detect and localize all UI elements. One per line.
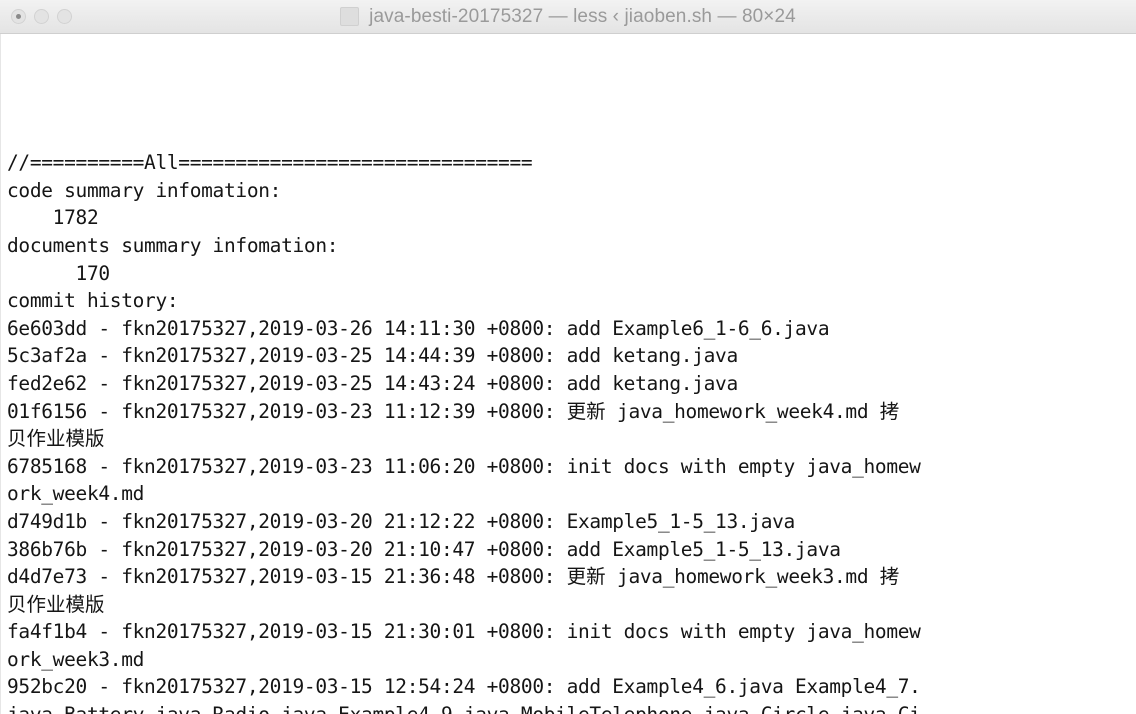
window-titlebar[interactable]: java-besti-20175327 — less ‹ jiaoben.sh …	[0, 0, 1136, 34]
cjk-text: 更新	[566, 565, 606, 589]
terminal-line: commit history:	[7, 289, 179, 313]
cjk-text: 贝作业模版	[7, 592, 105, 616]
terminal-line: //==========All=========================…	[7, 151, 533, 175]
terminal-line: documents summary infomation:	[7, 233, 339, 257]
terminal-line: fa4f1b4 - fkn20175327,2019-03-15 21:30:0…	[7, 620, 921, 644]
cjk-text: 贝作业模版	[7, 427, 105, 451]
terminal-screen: //==========All=========================…	[7, 94, 1131, 714]
terminal-line: java Battery.java Radio.java Example4_9.…	[7, 701, 1131, 714]
terminal-line: 贝作业模版	[7, 591, 1131, 619]
window-title-group: java-besti-20175327 — less ‹ jiaoben.sh …	[340, 6, 796, 28]
minimize-button[interactable]	[34, 9, 49, 24]
terminal-line: 386b76b - fkn20175327,2019-03-20 21:10:4…	[7, 537, 841, 561]
close-button[interactable]	[11, 9, 26, 24]
terminal-line: 1782	[7, 206, 99, 230]
terminal-line: ork_week3.md	[7, 647, 145, 671]
window-controls	[11, 9, 72, 24]
terminal-line: 170	[7, 261, 111, 285]
terminal-line: d4d7e73 - fkn20175327,2019-03-15 21:36:4…	[7, 565, 900, 589]
terminal-line: 5c3af2a - fkn20175327,2019-03-25 14:44:3…	[7, 344, 738, 368]
terminal-line: 6785168 - fkn20175327,2019-03-23 11:06:2…	[7, 454, 921, 478]
terminal-line: 01f6156 - fkn20175327,2019-03-23 11:12:3…	[7, 399, 900, 423]
window-title: java-besti-20175327 — less ‹ jiaoben.sh …	[369, 5, 796, 27]
terminal-line: 6e603dd - fkn20175327,2019-03-26 14:11:3…	[7, 316, 830, 340]
cjk-text: 拷	[879, 399, 900, 423]
cjk-text: 拷	[879, 565, 900, 589]
terminal-line: 952bc20 - fkn20175327,2019-03-15 12:54:2…	[7, 675, 921, 699]
terminal-line: d749d1b - fkn20175327,2019-03-20 21:12:2…	[7, 509, 795, 533]
terminal-line: 贝作业模版	[7, 425, 1131, 453]
terminal-window: java-besti-20175327 — less ‹ jiaoben.sh …	[0, 0, 1136, 714]
terminal-line: fed2e62 - fkn20175327,2019-03-25 14:43:2…	[7, 371, 738, 395]
terminal-content-area[interactable]: //==========All=========================…	[0, 34, 1136, 714]
terminal-document-icon	[340, 7, 360, 26]
terminal-line: ork_week4.md	[7, 482, 145, 506]
cjk-text: 更新	[566, 399, 606, 423]
window-title-container: java-besti-20175327 — less ‹ jiaoben.sh …	[0, 0, 1136, 33]
terminal-line: code summary infomation:	[7, 178, 282, 202]
zoom-button[interactable]	[57, 9, 72, 24]
